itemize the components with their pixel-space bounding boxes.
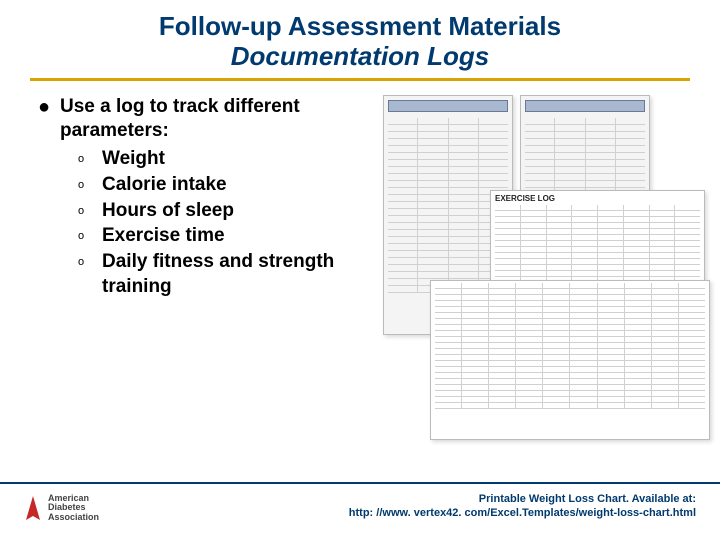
logo-line-3: Association <box>48 513 99 522</box>
sub-item-text: Weight <box>102 146 165 172</box>
ada-logo-text: American Diabetes Association <box>48 494 99 522</box>
content-row: ● Use a log to track different parameter… <box>30 95 690 455</box>
ada-logo: American Diabetes Association <box>24 490 99 522</box>
title-line-1: Follow-up Assessment Materials <box>30 12 690 42</box>
sub-item: o Calorie intake <box>78 172 375 198</box>
sub-bullet-icon: o <box>78 172 102 198</box>
bullet-dot-icon: ● <box>38 95 60 143</box>
ada-logo-icon <box>24 494 42 522</box>
sub-item-text: Calorie intake <box>102 172 227 198</box>
slide: Follow-up Assessment Materials Documenta… <box>0 0 720 540</box>
sub-item-text: Exercise time <box>102 223 225 249</box>
main-bullet: ● Use a log to track different parameter… <box>38 95 375 143</box>
main-bullet-text: Use a log to track different parameters: <box>60 95 375 143</box>
footer: American Diabetes Association Printable … <box>0 482 720 540</box>
illustrations: EXERCISE LOG <box>375 95 690 455</box>
slide-title: Follow-up Assessment Materials Documenta… <box>30 12 690 78</box>
title-line-2: Documentation Logs <box>30 42 690 72</box>
text-column: ● Use a log to track different parameter… <box>30 95 375 300</box>
sub-item-text: Daily fitness and strength training <box>102 249 375 300</box>
sub-item: o Exercise time <box>78 223 375 249</box>
title-underline <box>30 78 690 81</box>
sub-bullet-icon: o <box>78 198 102 224</box>
exercise-log-label: EXERCISE LOG <box>491 191 704 203</box>
sub-bullet-icon: o <box>78 249 102 300</box>
sub-item: o Daily fitness and strength training <box>78 249 375 300</box>
sub-list: o Weight o Calorie intake o Hours of sle… <box>38 146 375 300</box>
footer-line-2: http: //www. vertex42. com/Excel.Templat… <box>349 506 696 520</box>
footer-citation: Printable Weight Loss Chart. Available a… <box>349 490 696 521</box>
sub-item-text: Hours of sleep <box>102 198 234 224</box>
sub-item: o Weight <box>78 146 375 172</box>
footer-line-1: Printable Weight Loss Chart. Available a… <box>349 492 696 506</box>
exercise-log-thumbnail-2 <box>430 280 710 440</box>
sub-bullet-icon: o <box>78 146 102 172</box>
sub-item: o Hours of sleep <box>78 198 375 224</box>
sub-bullet-icon: o <box>78 223 102 249</box>
